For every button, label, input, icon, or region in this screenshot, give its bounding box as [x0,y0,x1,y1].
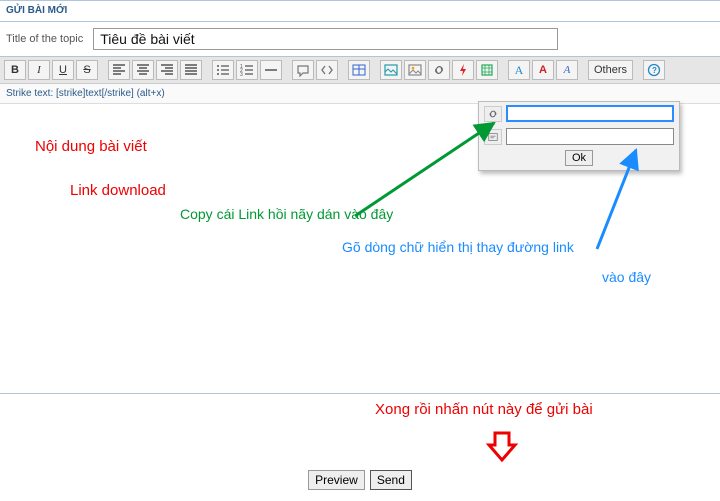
annotation-display-text: Gõ dòng chữ hiển thị thay đường link [342,239,574,255]
popup-text-input[interactable] [506,128,674,145]
text-icon [484,129,502,145]
video-button[interactable] [476,60,498,80]
popup-ok-button[interactable]: Ok [565,150,593,166]
svg-text:?: ? [652,66,657,75]
annotation-send: Xong rồi nhấn nút này để gửi bài [375,401,593,418]
post-editor-page: GỬI BÀI MỚI Title of the topic B I U S 1… [0,0,720,500]
annotation-linkdl: Link download [70,182,166,199]
annotation-content: Nội dung bài viết [35,138,147,155]
image-host-button[interactable] [380,60,402,80]
title-label: Title of the topic [6,33,83,45]
quote-button[interactable] [292,60,314,80]
action-buttons: Preview Send [0,470,720,490]
hr-button[interactable] [260,60,282,80]
align-left-button[interactable] [108,60,130,80]
link-popup: Ok [478,101,680,171]
list-unordered-button[interactable] [212,60,234,80]
underline-button[interactable]: U [52,60,74,80]
editor-area[interactable]: Nội dung bài viết Link download Copy cái… [0,104,720,394]
font-family-button[interactable]: A [556,60,578,80]
strike-button[interactable]: S [76,60,98,80]
preview-button[interactable]: Preview [308,470,365,490]
send-button[interactable]: Send [370,470,412,490]
others-button[interactable]: Others [588,60,633,80]
code-button[interactable] [316,60,338,80]
link-button[interactable] [428,60,450,80]
popup-url-input[interactable] [506,105,674,122]
align-justify-button[interactable] [180,60,202,80]
title-row: Title of the topic [0,22,720,57]
align-center-button[interactable] [132,60,154,80]
title-input[interactable] [93,28,558,50]
annotation-into-here: vào đây [602,269,651,285]
help-button[interactable]: ? [643,60,665,80]
list-ordered-button[interactable]: 123 [236,60,258,80]
bold-button[interactable]: B [4,60,26,80]
image-button[interactable] [404,60,426,80]
panel-header: GỬI BÀI MỚI [0,1,720,22]
italic-button[interactable]: I [28,60,50,80]
font-color-button[interactable]: A [532,60,554,80]
svg-text:3: 3 [240,72,243,77]
flash-button[interactable] [452,60,474,80]
annotation-copy-link: Copy cái Link hồi nãy dán vào đây [180,206,393,222]
table-button[interactable] [348,60,370,80]
url-icon [484,106,502,122]
align-right-button[interactable] [156,60,178,80]
font-size-button[interactable]: A [508,60,530,80]
format-toolbar: B I U S 123 A A A Others ? [0,57,720,84]
